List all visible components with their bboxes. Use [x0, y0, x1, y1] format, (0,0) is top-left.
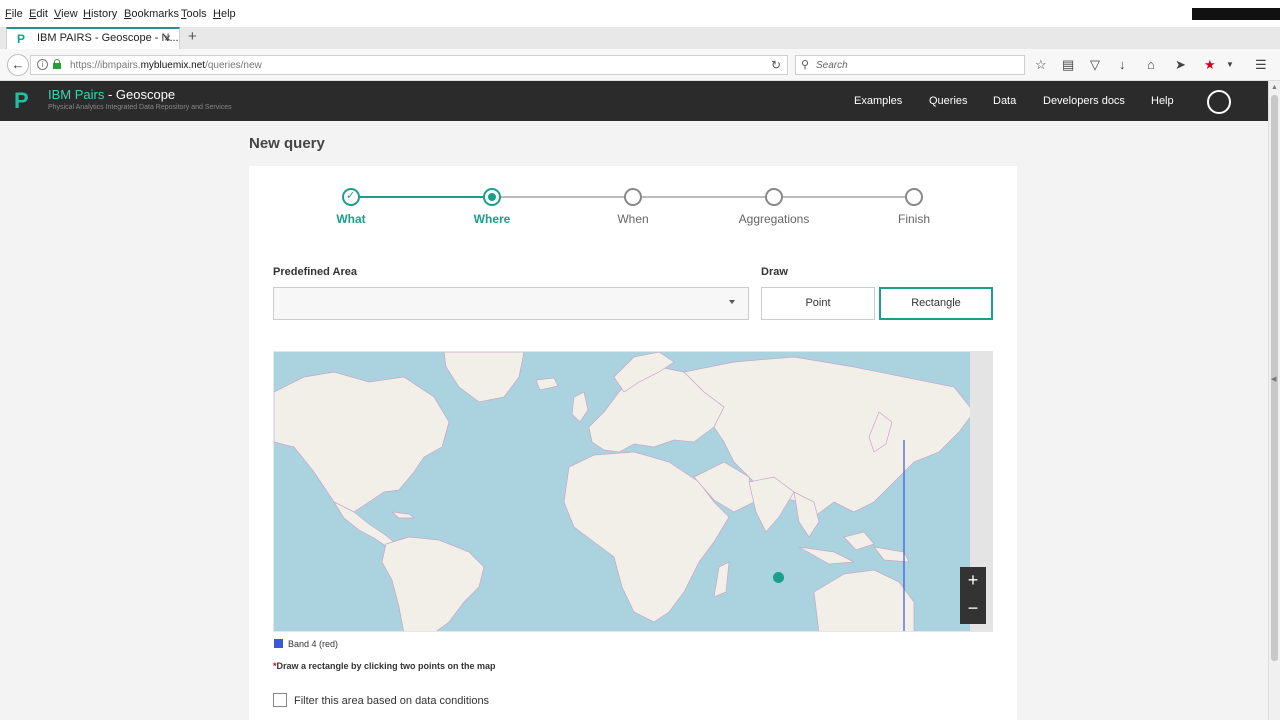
- chevron-down-icon: [729, 300, 735, 304]
- url-text: https://ibmpairs.mybluemix.net/queries/n…: [70, 60, 262, 71]
- draw-point-button[interactable]: Point: [761, 287, 875, 320]
- step-where-dot-icon[interactable]: [483, 188, 501, 206]
- star-icon[interactable]: ☆: [1035, 57, 1047, 73]
- menu-help[interactable]: Help: [213, 8, 236, 20]
- filter-checkbox[interactable]: [273, 693, 287, 707]
- url-bar[interactable]: i https://ibmpairs.mybluemix.net/queries…: [30, 55, 788, 75]
- menu-view[interactable]: View: [54, 8, 78, 20]
- browser-menubar: File Edit View History Bookmarks Tools H…: [0, 0, 1280, 27]
- app-header: P IBM Pairs - Geoscope Physical Analytic…: [0, 81, 1268, 121]
- map-tiles: [274, 352, 975, 631]
- nav-developers-docs[interactable]: Developers docs: [1043, 95, 1125, 107]
- nav-help[interactable]: Help: [1151, 95, 1174, 107]
- lock-icon[interactable]: [53, 59, 61, 69]
- step-connector-done: [351, 196, 492, 198]
- step-finish-circle-icon[interactable]: [905, 188, 923, 206]
- zoom-in-button[interactable]: +: [960, 567, 986, 595]
- new-tab-icon[interactable]: +: [188, 28, 197, 45]
- legend-label: Band 4 (red): [288, 639, 339, 649]
- draw-label: Draw: [761, 266, 788, 278]
- world-map[interactable]: [273, 351, 993, 632]
- scroll-up-icon[interactable]: ▲: [1271, 84, 1278, 91]
- filter-row[interactable]: Filter this area based on data condition…: [273, 693, 489, 707]
- page-title: New query: [249, 135, 325, 152]
- step-what-check-icon[interactable]: [342, 188, 360, 206]
- tab-close-icon[interactable]: ×: [164, 31, 171, 45]
- step-aggregations-circle-icon[interactable]: [765, 188, 783, 206]
- nav-examples[interactable]: Examples: [854, 95, 902, 107]
- map-zoom-control: + −: [960, 567, 986, 624]
- home-icon[interactable]: ⌂: [1147, 57, 1155, 72]
- search-bar[interactable]: ⚲ Search: [795, 55, 1025, 75]
- step-when-circle-icon[interactable]: [624, 188, 642, 206]
- predefined-area-select[interactable]: [273, 287, 749, 320]
- pairs-logo-icon[interactable]: P: [14, 89, 34, 113]
- zoom-out-button[interactable]: −: [960, 595, 986, 623]
- tab-label: IBM PAIRS - Geoscope - N...: [37, 32, 179, 44]
- dropdown-icon[interactable]: ▼: [1226, 60, 1234, 69]
- legend-swatch: [274, 639, 283, 648]
- map-click-marker: [773, 572, 784, 583]
- app-title[interactable]: IBM Pairs - Geoscope: [48, 87, 175, 102]
- pairs-favicon-icon: P: [17, 32, 26, 46]
- browser-navbar: ← i https://ibmpairs.mybluemix.net/queri…: [0, 49, 1280, 81]
- filter-label[interactable]: Filter this area based on data condition…: [294, 695, 489, 707]
- browser-tab[interactable]: P IBM PAIRS - Geoscope - N... ×: [6, 27, 180, 49]
- user-avatar-icon[interactable]: [1207, 90, 1231, 114]
- step-where-label[interactable]: Where: [432, 212, 552, 226]
- step-connector: [492, 196, 915, 198]
- map-legend: Band 4 (red): [274, 639, 338, 649]
- step-when-label[interactable]: When: [573, 212, 693, 226]
- hamburger-menu-icon[interactable]: ☰: [1255, 57, 1267, 73]
- search-icon: ⚲: [801, 59, 810, 71]
- nav-queries[interactable]: Queries: [929, 95, 968, 107]
- send-icon[interactable]: ➤: [1175, 57, 1186, 73]
- step-finish-label[interactable]: Finish: [854, 212, 974, 226]
- step-what-label[interactable]: What: [291, 212, 411, 226]
- menu-tools[interactable]: Tools: [181, 8, 207, 20]
- reader-icon[interactable]: ▤: [1062, 57, 1074, 73]
- page-scrollbar[interactable]: ▲ ◀: [1268, 81, 1280, 720]
- menu-edit[interactable]: Edit: [29, 8, 48, 20]
- app-subtitle: Physical Analytics Integrated Data Repos…: [48, 104, 232, 111]
- menu-history[interactable]: History: [83, 8, 117, 20]
- reload-icon[interactable]: ↻: [771, 58, 781, 72]
- nav-data[interactable]: Data: [993, 95, 1016, 107]
- draw-rectangle-button[interactable]: Rectangle: [879, 287, 993, 320]
- search-placeholder: Search: [816, 60, 848, 71]
- menu-file[interactable]: File: [5, 8, 23, 20]
- draw-hint: *Draw a rectangle by clicking two points…: [273, 661, 496, 671]
- menu-bookmarks[interactable]: Bookmarks: [124, 8, 179, 20]
- predefined-area-label: Predefined Area: [273, 266, 357, 278]
- window-controls-strip: [1192, 8, 1280, 20]
- back-arrow-icon[interactable]: ←: [7, 54, 29, 76]
- download-icon[interactable]: ↓: [1119, 57, 1126, 72]
- step-aggregations-label[interactable]: Aggregations: [714, 212, 834, 226]
- pocket-icon[interactable]: ▽: [1090, 57, 1100, 73]
- bookmark-red-star-icon[interactable]: ★: [1204, 57, 1216, 73]
- scroll-marker-icon: ◀: [1271, 376, 1277, 383]
- info-icon[interactable]: i: [37, 59, 48, 70]
